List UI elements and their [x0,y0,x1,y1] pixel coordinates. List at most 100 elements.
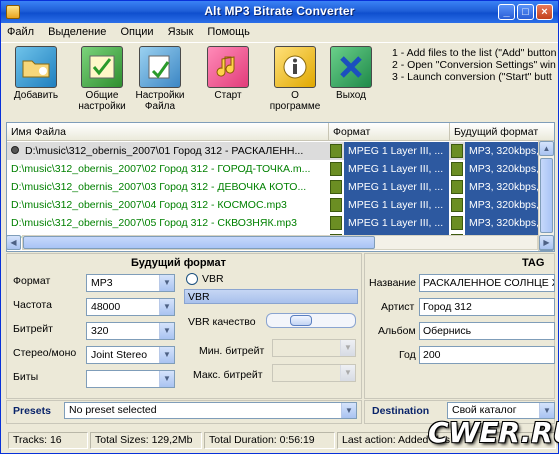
frequency-select[interactable]: 48000 ▼ [86,298,175,316]
file-list[interactable]: Имя Файла Формат Будущий формат D:\music… [6,122,555,252]
mp3-file-icon [330,144,342,158]
format-select[interactable]: MP3 ▼ [86,274,175,292]
vbr-quality-slider-knob[interactable] [290,315,312,326]
close-button[interactable]: × [536,4,553,20]
format-select-value: MP3 [91,277,113,289]
app-window: Alt MP3 Bitrate Converter _ □ × Файл Выд… [0,0,559,454]
mp3-file-icon [330,180,342,194]
mp3-file-icon [330,216,342,230]
row-future-format: MP3, 320kbps, [465,196,545,214]
artist-label: Артист [381,301,415,313]
min-bitrate-label: Мин. битрейт [199,345,265,357]
hint-line-3: 3 - Launch conversion ("Start" butt [392,71,552,83]
bits-select[interactable]: ▼ [86,370,175,388]
maximize-button[interactable]: □ [517,4,534,20]
chevron-down-icon: ▼ [340,365,355,381]
music-note-icon [207,46,249,88]
about-button[interactable]: О программе [265,46,325,120]
bitrate-label: Битрейт [13,323,53,335]
scroll-up-icon[interactable]: ▲ [539,141,554,156]
year-field[interactable]: 200 [419,346,555,364]
chevron-down-icon: ▼ [159,371,174,387]
vertical-scroll-thumb[interactable] [540,158,553,233]
menu-options[interactable]: Опции [114,23,158,38]
mp3-file-icon [451,180,463,194]
exit-button[interactable]: Выход [321,46,381,120]
add-button-label: Добавить [13,90,59,101]
file-settings-label: Настройки Файла [135,90,185,112]
presets-select-value: No preset selected [69,404,157,416]
stereo-mono-select[interactable]: Joint Stereo ▼ [86,346,175,364]
future-format-header: Будущий формат [131,257,226,269]
title-label: Название [369,277,416,289]
row-format: MPEG 1 Layer III, ... [344,214,449,232]
chevron-down-icon: ▼ [159,323,174,339]
title-bar[interactable]: Alt MP3 Bitrate Converter _ □ × [1,1,558,23]
start-button[interactable]: Старт [198,46,258,120]
stereo-mono-label: Стерео/моно [13,347,77,359]
row-future-format: MP3, 320kbps, [465,214,545,232]
hints-panel: 1 - Add files to the list ("Add" button … [392,47,559,83]
year-label: Год [399,349,416,361]
destination-select-value: Свой каталог [452,404,517,416]
column-header-format[interactable]: Формат [329,123,450,141]
info-icon [274,46,316,88]
playing-dot-icon [11,146,19,154]
exit-button-label: Выход [336,90,366,101]
table-row[interactable]: D:\music\312_obernis_2007\04 Город 312 -… [7,196,545,214]
general-settings-button[interactable]: Общие настройки [72,46,132,120]
status-total-duration: Total Duration: 0:56:19 [204,432,335,449]
row-format: MPEG 1 Layer III, ... [344,196,449,214]
scroll-left-icon[interactable]: ◀ [6,235,21,250]
vbr-group-header: VBR [184,289,358,304]
bitrate-select-value: 320 [91,325,109,337]
table-row[interactable]: D:\music\312_obernis_2007\02 Город 312 -… [7,160,545,178]
column-header-name[interactable]: Имя Файла [7,123,329,141]
title-field[interactable]: РАСКАЛЕННОЕ СОЛНЦЕ Ж [419,274,555,292]
menu-language[interactable]: Язык [162,23,199,38]
format-label: Формат [13,275,51,287]
hint-line-1: 1 - Add files to the list ("Add" button [392,47,557,59]
bitrate-select[interactable]: 320 ▼ [86,322,175,340]
horizontal-scroll-thumb[interactable] [23,236,375,249]
table-row[interactable]: D:\music\312_obernis_2007\05 Город 312 -… [7,214,545,232]
scroll-right-icon[interactable]: ▶ [539,235,554,250]
vbr-quality-slider[interactable] [266,313,356,328]
column-header-future[interactable]: Будущий формат [450,123,554,141]
presets-select[interactable]: No preset selected ▼ [64,402,357,419]
file-list-horizontal-scrollbar[interactable]: ◀ ▶ [1,234,558,251]
add-folder-icon [15,46,57,88]
watermark-logo: CWER.RU [428,416,559,449]
row-future-format: MP3, 320kbps, [465,142,545,160]
table-row[interactable]: D:\music\312_obernis_2007\03 Город 312 -… [7,178,545,196]
row-format: MPEG 1 Layer III, ... [344,142,449,160]
album-field[interactable]: Обернись [419,322,555,340]
vbr-quality-label: VBR качество [188,316,256,328]
vbr-checkbox[interactable] [186,273,198,285]
menu-selection[interactable]: Выделение [42,23,111,38]
row-format: MPEG 1 Layer III, ... [344,178,449,196]
minimize-button[interactable]: _ [498,4,515,20]
max-bitrate-select[interactable]: ▼ [272,364,356,382]
min-bitrate-select[interactable]: ▼ [272,339,356,357]
chevron-down-icon: ▼ [159,275,174,291]
artist-field[interactable]: Город 312 [419,298,555,316]
table-row[interactable]: D:\music\312_obernis_2007\01 Город 312 -… [7,142,545,160]
settings-check-icon [81,46,123,88]
mp3-file-icon [451,216,463,230]
add-button[interactable]: Добавить [6,46,66,120]
exit-x-icon [330,46,372,88]
tag-header: TAG [522,257,545,269]
chevron-down-icon: ▼ [341,403,356,418]
chevron-down-icon: ▼ [159,299,174,315]
chevron-down-icon: ▼ [159,347,174,363]
destination-label: Destination [372,405,430,417]
menu-help[interactable]: Помощь [201,23,255,38]
file-settings-button[interactable]: Настройки Файла [130,46,190,120]
max-bitrate-label: Макс. битрейт [193,369,263,381]
row-filename: D:\music\312_obernis_2007\04 Город 312 -… [11,199,287,211]
general-settings-label: Общие настройки [78,90,126,112]
menu-file[interactable]: Файл [1,23,39,38]
start-button-label: Старт [214,90,242,101]
mp3-file-icon [330,198,342,212]
